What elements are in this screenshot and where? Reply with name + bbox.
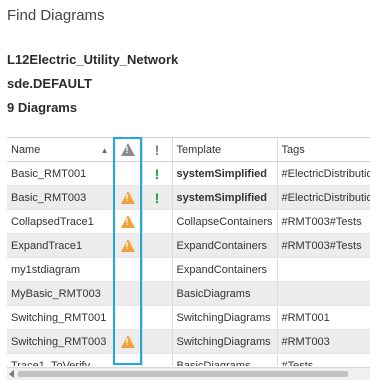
diagram-name-cell[interactable]: Switching_RMT001	[7, 305, 114, 330]
exclamation-icon: !	[154, 165, 160, 182]
warning-cell[interactable]	[113, 329, 143, 354]
column-header-status[interactable]: !	[142, 138, 173, 162]
template-cell[interactable]: systemSimplified	[172, 161, 278, 186]
column-header-name-label: Name	[11, 143, 41, 156]
column-header-template-label: Template	[176, 143, 222, 156]
warning-cell[interactable]	[113, 281, 143, 306]
tags-cell[interactable]: #RMT003#Tests	[277, 233, 370, 258]
status-cell[interactable]	[142, 257, 173, 282]
column-header-template[interactable]: Template	[172, 138, 278, 162]
status-cell[interactable]	[142, 305, 173, 330]
diagram-name-cell[interactable]: Basic_RMT001	[7, 161, 114, 186]
tags-cell[interactable]: #ElectricDistribution	[277, 161, 370, 186]
table-row[interactable]: Basic_RMT003! systemSimplified#ElectricDi…	[7, 185, 370, 210]
diagram-name-cell[interactable]: CollapsedTrace1	[7, 209, 114, 234]
status-cell[interactable]: !	[142, 161, 173, 186]
status-cell[interactable]	[142, 353, 173, 366]
template-cell[interactable]: SwitchingDiagrams	[172, 329, 278, 354]
warning-cell[interactable]	[113, 185, 143, 210]
table-row[interactable]: Basic_RMT001! systemSimplified #ElectricDi…	[7, 161, 370, 186]
table-row[interactable]: ExpandTrace1 ExpandContainers#RMT003#Test…	[7, 233, 370, 258]
tags-cell[interactable]	[277, 281, 370, 306]
diagrams-table: Name ▲ ! Template Tags Basic_RMT001! syst…	[7, 138, 370, 366]
header-row: Name ▲ ! Template Tags	[7, 138, 370, 162]
tags-cell[interactable]: #ElectricDistribution	[277, 185, 370, 210]
warning-icon	[120, 143, 135, 156]
table-row[interactable]: my1stdiagram ExpandContainers	[7, 257, 370, 282]
template-cell[interactable]: SwitchingDiagrams	[172, 305, 278, 330]
warning-icon	[120, 191, 135, 204]
diagrams-grid: Name ▲ ! Template Tags Basic_RMT001! syst…	[7, 137, 370, 366]
diagram-count: 9 Diagrams	[7, 100, 78, 115]
status-cell[interactable]	[142, 281, 173, 306]
tags-cell[interactable]	[277, 257, 370, 282]
status-cell[interactable]	[142, 209, 173, 234]
tags-cell[interactable]: #Tests	[277, 353, 370, 366]
template-cell[interactable]: BasicDiagrams	[172, 281, 278, 306]
horizontal-scrollbar[interactable]	[7, 367, 370, 380]
column-header-tags-label: Tags	[281, 143, 305, 156]
scrollbar-thumb[interactable]	[18, 371, 348, 377]
template-cell[interactable]: systemSimplified	[172, 185, 278, 210]
tags-cell[interactable]: #RMT003	[277, 329, 370, 354]
scroll-left-icon[interactable]	[9, 370, 14, 378]
diagram-name-cell[interactable]: ExpandTrace1	[7, 233, 114, 258]
warning-cell[interactable]	[113, 353, 143, 366]
warning-cell[interactable]	[113, 257, 143, 282]
exclamation-icon: !	[154, 141, 160, 158]
exclamation-icon: !	[154, 189, 160, 206]
status-cell[interactable]	[142, 329, 173, 354]
warning-icon	[120, 335, 135, 348]
network-name: L12Electric_Utility_Network	[7, 52, 179, 67]
diagram-name-cell[interactable]: Switching_RMT003	[7, 329, 114, 354]
column-header-name[interactable]: Name ▲	[7, 138, 114, 162]
tags-cell[interactable]: #RMT003#Tests	[277, 209, 370, 234]
warning-cell[interactable]	[113, 233, 143, 258]
table-row[interactable]: CollapsedTrace1 CollapseContainers#RMT003…	[7, 209, 370, 234]
table-row[interactable]: MyBasic_RMT003 BasicDiagrams	[7, 281, 370, 306]
template-cell[interactable]: BasicDiagrams	[172, 353, 278, 366]
column-header-tags[interactable]: Tags	[277, 138, 370, 162]
warning-icon	[120, 215, 135, 228]
warning-cell[interactable]	[113, 161, 143, 186]
diagram-name-cell[interactable]: my1stdiagram	[7, 257, 114, 282]
table-row[interactable]: Switching_RMT003 SwitchingDiagrams#RMT003	[7, 329, 370, 354]
warning-cell[interactable]	[113, 305, 143, 330]
warning-icon	[120, 239, 135, 252]
warning-cell[interactable]	[113, 209, 143, 234]
template-cell[interactable]: CollapseContainers	[172, 209, 278, 234]
table-row[interactable]: Switching_RMT001 SwitchingDiagrams #RMT001	[7, 305, 370, 330]
pane-title: Find Diagrams	[7, 7, 105, 24]
version-name: sde.DEFAULT	[7, 76, 92, 91]
template-cell[interactable]: ExpandContainers	[172, 233, 278, 258]
column-header-warning[interactable]	[113, 138, 143, 162]
tags-cell[interactable]: #RMT001	[277, 305, 370, 330]
template-cell[interactable]: ExpandContainers	[172, 257, 278, 282]
status-cell[interactable]: !	[142, 185, 173, 210]
diagram-name-cell[interactable]: Trace1_ToVerify	[7, 353, 114, 366]
diagram-name-cell[interactable]: Basic_RMT003	[7, 185, 114, 210]
status-cell[interactable]	[142, 233, 173, 258]
table-row[interactable]: Trace1_ToVerify BasicDiagrams #Tests	[7, 353, 370, 366]
sort-ascending-icon: ▲	[100, 145, 109, 155]
diagram-name-cell[interactable]: MyBasic_RMT003	[7, 281, 114, 306]
